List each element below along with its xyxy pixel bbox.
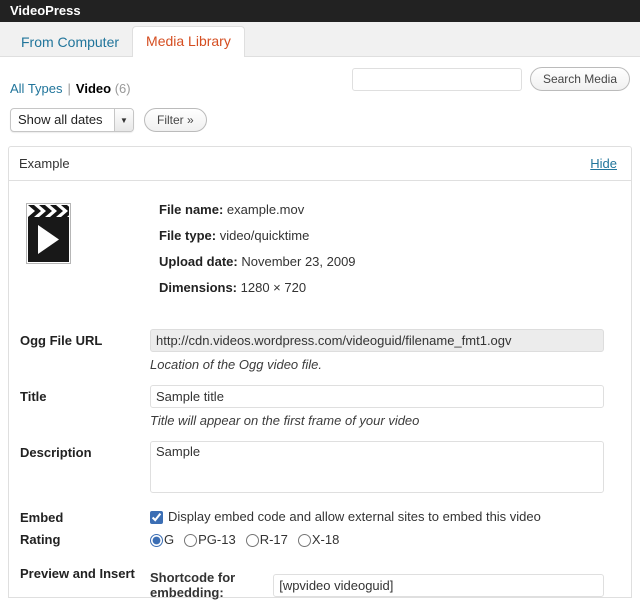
rating-radio-pg13[interactable]: [184, 534, 197, 547]
filter-button[interactable]: Filter »: [144, 108, 207, 132]
embed-checkbox[interactable]: [150, 511, 163, 524]
toolbar: All Types | Video (6) Search Media: [0, 57, 640, 96]
chevron-down-icon: ▼: [114, 109, 133, 131]
rating-row: Rating G PG-13 R-17 X-18: [20, 531, 617, 548]
preview-insert-label: Preview and Insert: [20, 562, 150, 603]
video-clapperboard-play-icon: [26, 203, 71, 264]
filter-type-count: (6): [115, 81, 131, 96]
filter-separator: |: [68, 81, 71, 96]
rating-radio-r17[interactable]: [246, 534, 259, 547]
shortcode-label: Shortcode for embedding:: [150, 570, 267, 600]
description-row: Description Sample: [20, 441, 617, 496]
filter-all-types-link[interactable]: All Types: [10, 81, 63, 96]
title-input[interactable]: [150, 385, 604, 408]
file-type-line: File type: video/quicktime: [159, 223, 356, 249]
hide-link[interactable]: Hide: [590, 156, 617, 171]
ogg-url-label: Ogg File URL: [20, 329, 150, 372]
rating-radio-x18-label: X-18: [312, 532, 339, 547]
embed-label: Embed: [20, 509, 150, 526]
search-input[interactable]: [352, 68, 522, 91]
description-label: Description: [20, 441, 150, 496]
rating-radio-g[interactable]: [150, 534, 163, 547]
tab-from-computer[interactable]: From Computer: [8, 28, 132, 56]
dimensions-line: Dimensions: 1280 × 720: [159, 275, 356, 301]
dates-select-value: Show all dates: [11, 109, 114, 131]
media-item-header: Example Hide: [9, 147, 631, 181]
title-help: Title will appear on the first frame of …: [150, 413, 604, 428]
dates-select[interactable]: Show all dates ▼: [10, 108, 134, 132]
search-form: Search Media: [352, 67, 630, 91]
embed-checkbox-label: Display embed code and allow external si…: [168, 509, 541, 524]
search-media-button[interactable]: Search Media: [530, 67, 630, 91]
ogg-url-input[interactable]: [150, 329, 604, 352]
ogg-url-row: Ogg File URL Location of the Ogg video f…: [20, 329, 617, 372]
upload-date-line: Upload date: November 23, 2009: [159, 249, 356, 275]
filter-current-type: Video: [76, 81, 111, 96]
rating-radio-r17-label: R-17: [260, 532, 288, 547]
file-details: File name: example.mov File type: video/…: [159, 197, 356, 301]
date-filter-row: Show all dates ▼ Filter »: [0, 96, 640, 132]
media-item-title: Example: [19, 156, 70, 171]
ogg-url-help: Location of the Ogg video file.: [150, 357, 604, 372]
preview-insert-row: Preview and Insert Shortcode for embeddi…: [20, 562, 617, 603]
rating-radio-x18[interactable]: [298, 534, 311, 547]
shortcode-input[interactable]: [273, 574, 604, 597]
file-name-line: File name: example.mov: [159, 197, 356, 223]
rating-radio-pg13-label: PG-13: [198, 532, 236, 547]
rating-radio-g-label: G: [164, 532, 174, 547]
media-item-panel: Example Hide File name: example.mov: [8, 146, 632, 598]
tab-media-library[interactable]: Media Library: [132, 26, 245, 57]
rating-label: Rating: [20, 531, 150, 548]
media-item-body: File name: example.mov File type: video/…: [9, 181, 631, 603]
admin-bar: VideoPress: [0, 0, 640, 22]
app-title: VideoPress: [10, 3, 81, 18]
title-row: Title Title will appear on the first fra…: [20, 385, 617, 428]
embed-row: Embed Display embed code and allow exter…: [20, 509, 617, 526]
description-textarea[interactable]: Sample: [150, 441, 604, 493]
media-summary: File name: example.mov File type: video/…: [20, 197, 617, 301]
tab-strip: From Computer Media Library: [0, 22, 640, 57]
media-type-filters: All Types | Video (6): [10, 81, 131, 96]
title-label: Title: [20, 385, 150, 428]
